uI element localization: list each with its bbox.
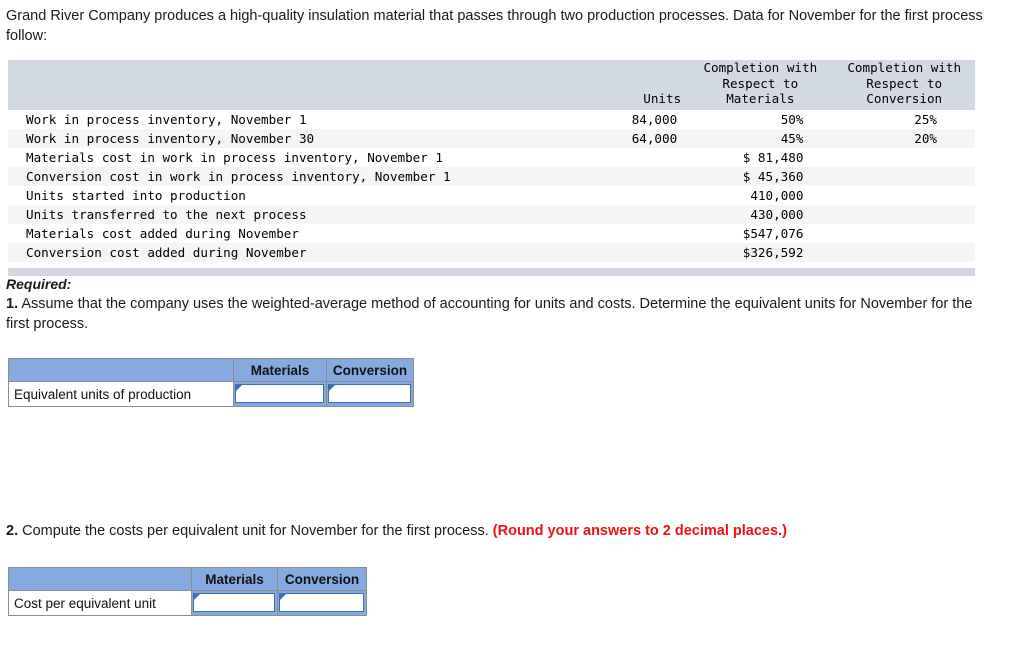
data-row-units [600,148,687,167]
data-header-label [8,60,600,110]
answer-table-1-head: Materials Conversion [8,358,414,382]
answer-table-2-header-blank [8,567,192,591]
data-table-header-row: Units Completion with Respect to Materia… [8,60,975,110]
data-row-conversion [833,186,975,205]
cell-flag-icon [236,385,242,391]
data-row-units [600,186,687,205]
answer-table-1-header-row: Materials Conversion [8,358,414,382]
answer-table-1-header-conversion: Conversion [326,358,414,382]
question-2-body: Compute the costs per equivalent unit fo… [18,523,493,539]
answer-table-1-header-materials: Materials [233,358,327,382]
equivalent-units-materials-input[interactable] [235,384,324,403]
cell-flag-icon [280,594,286,600]
data-row-conversion: 25% [914,111,937,127]
data-row-conversion [833,204,975,224]
table-row: Conversion cost added during November $32… [8,242,975,262]
data-row-conversion: 20% [833,128,975,148]
table-row: Units transferred to the next process 430… [8,204,975,224]
data-row-conversion [833,242,975,262]
table-row: Materials cost in work in process invent… [8,148,975,167]
required-heading: Required: [6,276,72,292]
table-row: Work in process inventory, November 30 64… [8,128,975,148]
data-row-materials: $326,592 [687,242,834,262]
answer-table-2-header-materials: Materials [191,567,278,591]
equivalent-units-answer-table: Materials Conversion Equivalent units of… [8,358,414,407]
data-row-label: Conversion cost in work in process inven… [8,166,600,186]
question-1-number: 1. [6,296,19,312]
data-row-conversion [833,224,975,243]
data-header-completion-materials: Completion with Respect to Materials [687,60,834,110]
question-2-rounding-note: (Round your answers to 2 decimal places.… [492,523,787,539]
data-row-materials: 430,000 [687,204,834,224]
question-2-number: 2. [6,523,19,539]
table-row: Equivalent units of production [8,381,414,407]
data-row-units [599,204,688,224]
answer-table-1-row-label: Equivalent units of production [8,381,234,407]
data-header-completion-conversion: Completion with Respect to Conversion [833,60,975,110]
table-row: Work in process inventory, November 1 84,… [8,110,975,129]
cell-flag-icon [194,594,200,600]
data-row-label: Units started into production [26,187,246,203]
equivalent-units-conversion-cell[interactable] [326,381,414,407]
cell-flag-icon [329,385,335,391]
data-row-units: 64,000 [599,128,688,148]
table-row: Materials cost added during November $547… [8,224,975,243]
data-row-units: 84,000 [631,111,678,127]
data-row-units [599,166,688,186]
equivalent-units-conversion-input[interactable] [328,384,411,403]
data-row-materials: $ 45,360 [687,166,834,186]
data-table-head: Units Completion with Respect to Materia… [8,60,975,110]
table-row: Conversion cost in work in process inven… [8,166,975,186]
data-row-materials: $ 81,480 [742,149,804,165]
data-row-label: Conversion cost added during November [8,242,600,262]
data-row-materials: $547,076 [742,225,804,241]
question-1-body: Assume that the company uses the weighte… [6,296,973,332]
problem-data-table: Units Completion with Respect to Materia… [8,60,975,262]
table-row: Units started into production 410,000 [8,186,975,205]
data-row-label: Materials cost added during November [26,225,299,241]
data-row-units [599,242,688,262]
data-header-units: Units [599,60,688,110]
answer-table-2-body: Cost per equivalent unit [8,590,367,616]
data-row-conversion [833,148,975,167]
data-row-materials: 50% [780,111,804,127]
answer-table-2-head: Materials Conversion [8,567,367,591]
cost-per-unit-conversion-input[interactable] [279,593,364,612]
answer-table-2-header-conversion: Conversion [277,567,367,591]
data-row-conversion [833,166,975,186]
answer-table-2-row-label: Cost per equivalent unit [8,590,192,616]
problem-intro-paragraph: Grand River Company produces a high-qual… [6,8,983,44]
answer-table-1-body: Equivalent units of production [8,381,414,407]
question-2-text: 2. Compute the costs per equivalent unit… [6,521,996,541]
data-row-units [600,224,687,243]
equivalent-units-materials-cell[interactable] [233,381,327,407]
cost-per-unit-materials-input[interactable] [193,593,275,612]
answer-table-1-header-blank [8,358,234,382]
data-row-label: Materials cost in work in process invent… [26,149,444,165]
cost-per-equivalent-unit-answer-table: Materials Conversion Cost per equivalent… [8,567,367,616]
data-row-label: Units transferred to the next process [8,204,600,224]
data-table-footer-bar [8,267,975,276]
cost-per-unit-materials-cell[interactable] [191,590,278,616]
data-row-label: Work in process inventory, November 1 [26,111,307,127]
table-row: Cost per equivalent unit [8,590,367,616]
problem-data-table-container: Units Completion with Respect to Materia… [8,60,975,276]
data-row-label: Work in process inventory, November 30 [8,128,600,148]
question-1-text: 1. Assume that the company uses the weig… [6,294,996,334]
data-row-materials: 45% [687,128,834,148]
cost-per-unit-conversion-cell[interactable] [277,590,367,616]
answer-table-2-header-row: Materials Conversion [8,567,367,591]
data-table-body: Work in process inventory, November 1 84,… [8,110,975,262]
data-row-materials: 410,000 [750,187,804,203]
